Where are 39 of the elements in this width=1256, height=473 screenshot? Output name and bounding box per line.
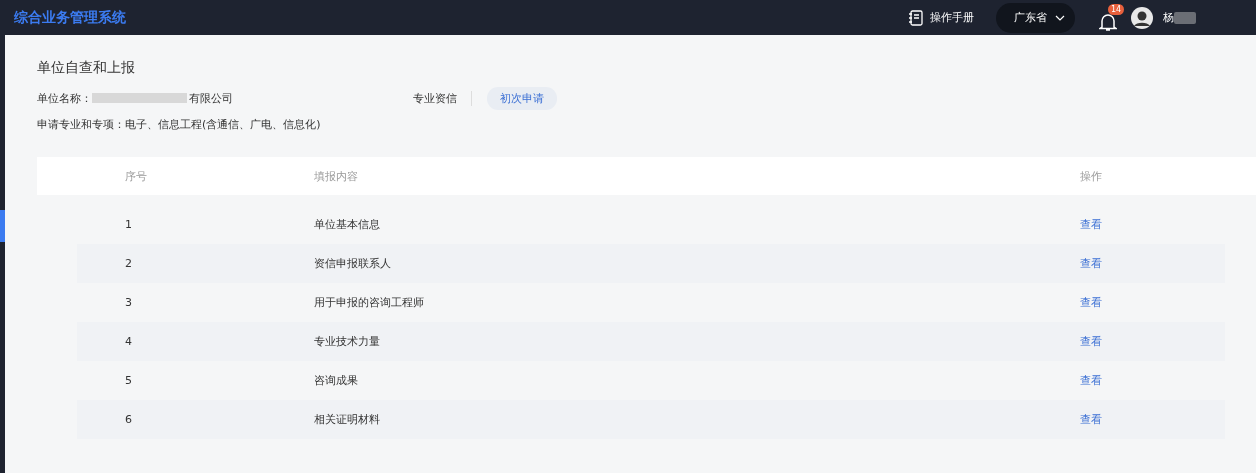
apply-type-tag: 初次申请 (487, 86, 557, 110)
table-cell-text: 资信申报联系人 (314, 256, 392, 271)
table-cell-text: 专业技术力量 (314, 334, 381, 349)
unit-name: 有限公司 (189, 90, 233, 106)
table-cell-text: 5 (125, 374, 133, 387)
view-link[interactable]: 查看 (1080, 373, 1102, 388)
user-name[interactable]: 杨 (1163, 10, 1174, 25)
table-cell-text: 4 (125, 335, 133, 348)
chevron-down-icon (1055, 14, 1065, 21)
table-cell-text: 咨询成果 (314, 373, 359, 388)
table-cell-text: 单位基本信息 (314, 217, 381, 232)
unit-label: 单位名称： (37, 90, 92, 106)
page-title: 单位自查和上报 (37, 59, 136, 77)
manual-link[interactable]: 操作手册 (909, 9, 974, 26)
region-dropdown[interactable]: 广东省 (996, 2, 1075, 33)
major-value: 电子、信息工程(含通信、广电、信息化) (125, 118, 321, 131)
table-cell-text: 1 (125, 218, 133, 231)
major-label: 申请专业和专项： (37, 118, 125, 131)
view-link[interactable]: 查看 (1080, 412, 1102, 427)
table-cell-text: 3 (125, 296, 133, 309)
column-header: 序号 (125, 168, 148, 184)
view-link[interactable]: 查看 (1080, 217, 1102, 232)
qualification-label: 专业资信 (413, 90, 472, 106)
view-link[interactable]: 查看 (1080, 334, 1102, 349)
column-header: 操作 (1080, 168, 1102, 184)
table-cell-text: 2 (125, 257, 133, 270)
notebook-icon (909, 9, 923, 26)
column-header: 填报内容 (314, 168, 359, 184)
view-link[interactable]: 查看 (1080, 256, 1102, 271)
notification-button[interactable]: 14 (1099, 3, 1123, 32)
table-cell-text: 相关证明材料 (314, 412, 381, 427)
avatar-icon[interactable] (1131, 6, 1153, 29)
redacted-block (1174, 11, 1196, 24)
notification-badge: 14 (1108, 3, 1125, 15)
view-link[interactable]: 查看 (1080, 295, 1102, 310)
bell-icon (1099, 11, 1117, 32)
table-cell-text: 6 (125, 413, 133, 426)
app-title: 综合业务管理系统 (14, 8, 126, 27)
table-cell-text: 用于申报的咨询工程师 (314, 295, 425, 310)
